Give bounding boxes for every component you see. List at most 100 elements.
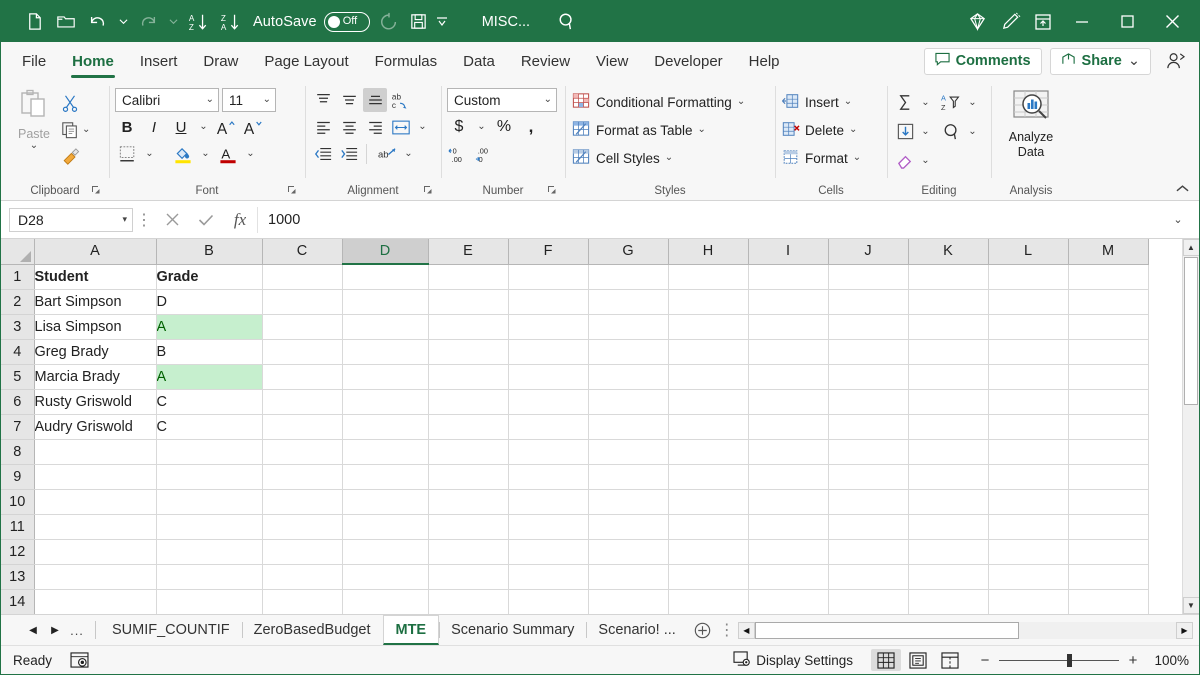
borders-icon[interactable] (115, 142, 139, 166)
comma-style-icon[interactable]: , (519, 115, 543, 139)
cell-d14[interactable] (342, 589, 428, 614)
cell-j5[interactable] (828, 364, 908, 389)
cell-c11[interactable] (262, 514, 342, 539)
cell-h2[interactable] (668, 289, 748, 314)
number-format-combo[interactable]: Custom ⌄ (447, 88, 557, 112)
cell-i12[interactable] (748, 539, 828, 564)
cell-j1[interactable] (828, 264, 908, 289)
cell-a8[interactable] (34, 439, 156, 464)
page-break-view-icon[interactable] (935, 649, 965, 671)
cell-k14[interactable] (908, 589, 988, 614)
select-all-button[interactable] (1, 239, 34, 264)
cell-k11[interactable] (908, 514, 988, 539)
merge-and-center-icon[interactable]: ab (375, 142, 399, 166)
share-with-people-icon[interactable] (1159, 51, 1191, 71)
autosave-control[interactable]: AutoSave Off (253, 12, 370, 32)
cell-a5[interactable]: Marcia Brady (34, 364, 156, 389)
autosum-chevron-down-icon[interactable]: ⌄ (918, 91, 933, 115)
cell-g5[interactable] (588, 364, 668, 389)
cell-d3[interactable] (342, 314, 428, 339)
minimize-button[interactable] (1061, 3, 1103, 41)
orientation-icon[interactable]: abc (389, 88, 413, 112)
cell-g10[interactable] (588, 489, 668, 514)
fill-color-icon[interactable] (171, 142, 195, 166)
column-header-l[interactable]: L (988, 239, 1068, 264)
clear-icon[interactable] (893, 149, 917, 173)
cell-c2[interactable] (262, 289, 342, 314)
vertical-scroll-thumb[interactable] (1184, 257, 1198, 405)
column-header-g[interactable]: G (588, 239, 668, 264)
number-dialog-launcher-icon[interactable] (547, 185, 557, 198)
open-folder-icon[interactable] (51, 7, 81, 37)
cell-b7[interactable]: C (156, 414, 262, 439)
column-header-i[interactable]: I (748, 239, 828, 264)
column-header-m[interactable]: M (1068, 239, 1148, 264)
page-layout-view-icon[interactable] (903, 649, 933, 671)
cell-m13[interactable] (1068, 564, 1148, 589)
refresh-icon[interactable] (374, 7, 404, 37)
cell-f4[interactable] (508, 339, 588, 364)
cell-f11[interactable] (508, 514, 588, 539)
cell-e3[interactable] (428, 314, 508, 339)
percent-style-icon[interactable]: % (492, 115, 516, 139)
tab-draw[interactable]: Draw (190, 42, 251, 80)
horizontal-scroll-thumb[interactable] (755, 622, 1019, 639)
cell-f5[interactable] (508, 364, 588, 389)
collapse-ribbon-icon[interactable] (1171, 178, 1193, 198)
row-header-14[interactable]: 14 (1, 589, 34, 614)
cell-f9[interactable] (508, 464, 588, 489)
column-header-d[interactable]: D (342, 239, 428, 264)
find-select-chevron-down-icon[interactable]: ⌄ (965, 120, 980, 144)
cell-h3[interactable] (668, 314, 748, 339)
cell-c4[interactable] (262, 339, 342, 364)
insert-function-icon[interactable]: fx (223, 207, 257, 233)
cell-i7[interactable] (748, 414, 828, 439)
sort-descending-icon[interactable]: ZA (215, 7, 245, 37)
cell-f8[interactable] (508, 439, 588, 464)
cell-j9[interactable] (828, 464, 908, 489)
decrease-indent-icon[interactable] (311, 142, 335, 166)
cell-i3[interactable] (748, 314, 828, 339)
borders-chevron-down-icon[interactable]: ⌄ (142, 142, 157, 166)
comments-button[interactable]: Comments (924, 48, 1042, 75)
formula-bar-handle[interactable]: ⋮ (133, 210, 155, 230)
format-painter-icon[interactable] (61, 148, 80, 166)
cell-j11[interactable] (828, 514, 908, 539)
cell-d7[interactable] (342, 414, 428, 439)
row-header-7[interactable]: 7 (1, 414, 34, 439)
cell-m9[interactable] (1068, 464, 1148, 489)
cell-g8[interactable] (588, 439, 668, 464)
cell-f1[interactable] (508, 264, 588, 289)
tab-data[interactable]: Data (450, 42, 508, 80)
font-color-chevron-down-icon[interactable]: ⌄ (243, 142, 258, 166)
top-align-icon[interactable] (311, 88, 335, 112)
cell-d9[interactable] (342, 464, 428, 489)
cell-i2[interactable] (748, 289, 828, 314)
cell-h7[interactable] (668, 414, 748, 439)
cell-h13[interactable] (668, 564, 748, 589)
cell-b2[interactable]: D (156, 289, 262, 314)
cell-m5[interactable] (1068, 364, 1148, 389)
column-header-j[interactable]: J (828, 239, 908, 264)
cell-m12[interactable] (1068, 539, 1148, 564)
cell-k1[interactable] (908, 264, 988, 289)
cell-h9[interactable] (668, 464, 748, 489)
cell-h5[interactable] (668, 364, 748, 389)
row-header-13[interactable]: 13 (1, 564, 34, 589)
cell-b4[interactable]: B (156, 339, 262, 364)
cell-c6[interactable] (262, 389, 342, 414)
cell-g3[interactable] (588, 314, 668, 339)
cell-c12[interactable] (262, 539, 342, 564)
fill-color-chevron-down-icon[interactable]: ⌄ (198, 142, 213, 166)
cell-a6[interactable]: Rusty Griswold (34, 389, 156, 414)
tab-home[interactable]: Home (59, 42, 127, 80)
cell-k13[interactable] (908, 564, 988, 589)
cell-g7[interactable] (588, 414, 668, 439)
cell-h1[interactable] (668, 264, 748, 289)
cell-m6[interactable] (1068, 389, 1148, 414)
cell-e2[interactable] (428, 289, 508, 314)
row-header-6[interactable]: 6 (1, 389, 34, 414)
cell-m11[interactable] (1068, 514, 1148, 539)
cell-d13[interactable] (342, 564, 428, 589)
cell-l6[interactable] (988, 389, 1068, 414)
